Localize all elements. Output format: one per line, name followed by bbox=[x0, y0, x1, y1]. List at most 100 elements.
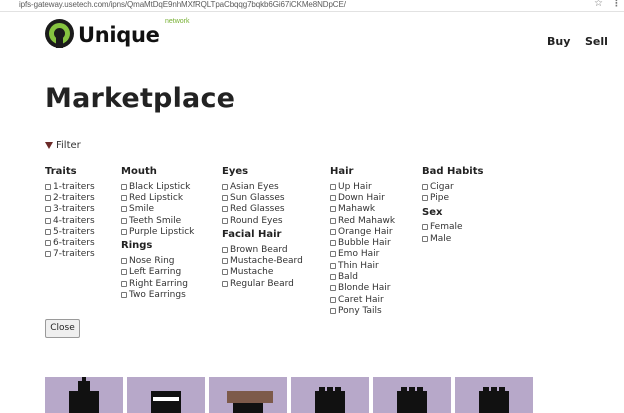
url-text[interactable]: ipfs-gateway.usetech.com/ipns/QmaMtDqE9n… bbox=[19, 0, 346, 9]
filter-option[interactable]: 1-traiters bbox=[45, 181, 95, 192]
filter-option-label: Blonde Hair bbox=[338, 283, 391, 294]
checkbox[interactable] bbox=[45, 194, 51, 201]
checkbox[interactable] bbox=[330, 251, 336, 258]
logo-mark-icon bbox=[45, 19, 74, 48]
filter-column: Traits 1-traiters 2-traiters 3-traiters 4-tr… bbox=[45, 167, 95, 260]
checkbox[interactable] bbox=[121, 258, 127, 265]
nft-card[interactable] bbox=[291, 377, 369, 413]
filter-option[interactable]: Black Lipstick bbox=[121, 181, 194, 192]
filter-option-label: Brown Beard bbox=[230, 244, 288, 255]
nft-card[interactable] bbox=[209, 377, 287, 413]
checkbox[interactable] bbox=[330, 183, 336, 190]
filter-option[interactable]: Bubble Hair bbox=[330, 237, 395, 248]
filter-option[interactable]: Cigar bbox=[422, 181, 483, 192]
filter-option[interactable]: Nose Ring bbox=[121, 255, 194, 266]
checkbox[interactable] bbox=[121, 269, 127, 276]
filter-option[interactable]: Pipe bbox=[422, 192, 483, 203]
close-filter-button[interactable]: Close bbox=[45, 319, 80, 338]
filter-option[interactable]: 3-traiters bbox=[45, 204, 95, 215]
nft-card[interactable] bbox=[127, 377, 205, 413]
checkbox[interactable] bbox=[222, 183, 228, 190]
filter-option[interactable]: Orange Hair bbox=[330, 226, 395, 237]
nft-card[interactable] bbox=[45, 377, 123, 413]
checkbox[interactable] bbox=[330, 285, 336, 292]
checkbox[interactable] bbox=[222, 194, 228, 201]
checkbox[interactable] bbox=[422, 194, 428, 201]
filter-option[interactable]: Regular Beard bbox=[222, 278, 303, 289]
checkbox[interactable] bbox=[330, 206, 336, 213]
filter-option[interactable]: Round Eyes bbox=[222, 215, 303, 226]
filter-option[interactable]: Right Earring bbox=[121, 278, 194, 289]
nav-buy[interactable]: Buy bbox=[547, 35, 570, 48]
filter-option[interactable]: Down Hair bbox=[330, 192, 395, 203]
checkbox[interactable] bbox=[330, 274, 336, 281]
filter-option[interactable]: Sun Glasses bbox=[222, 192, 303, 203]
checkbox[interactable] bbox=[121, 183, 127, 190]
nft-card[interactable] bbox=[373, 377, 451, 413]
checkbox[interactable] bbox=[45, 183, 51, 190]
filter-option[interactable]: 5-traiters bbox=[45, 226, 95, 237]
checkbox[interactable] bbox=[330, 307, 336, 314]
checkbox[interactable] bbox=[121, 206, 127, 213]
filter-option[interactable]: Brown Beard bbox=[222, 244, 303, 255]
checkbox[interactable] bbox=[422, 224, 428, 231]
checkbox[interactable] bbox=[330, 228, 336, 235]
checkbox[interactable] bbox=[45, 206, 51, 213]
filter-option[interactable]: Up Hair bbox=[330, 181, 395, 192]
filter-option[interactable]: 7-traiters bbox=[45, 249, 95, 260]
checkbox[interactable] bbox=[330, 296, 336, 303]
filter-option[interactable]: Mahawk bbox=[330, 204, 395, 215]
filter-option[interactable]: Teeth Smile bbox=[121, 215, 194, 226]
filter-toggle[interactable]: Filter bbox=[45, 140, 81, 151]
filter-option[interactable]: Emo Hair bbox=[330, 249, 395, 260]
checkbox[interactable] bbox=[330, 262, 336, 269]
filter-option[interactable]: Female bbox=[422, 222, 483, 233]
filter-option[interactable]: Red Glasses bbox=[222, 204, 303, 215]
checkbox[interactable] bbox=[330, 217, 336, 224]
checkbox[interactable] bbox=[121, 280, 127, 287]
filter-option[interactable]: 6-traiters bbox=[45, 237, 95, 248]
checkbox[interactable] bbox=[45, 251, 51, 258]
filter-option[interactable]: Mustache-Beard bbox=[222, 255, 303, 266]
filter-option[interactable]: Smile bbox=[121, 204, 194, 215]
filter-option[interactable]: Male bbox=[422, 233, 483, 244]
checkbox[interactable] bbox=[422, 183, 428, 190]
bookmark-star-icon[interactable]: ☆ bbox=[594, 0, 603, 9]
filter-option[interactable]: Two Earrings bbox=[121, 289, 194, 300]
filter-option[interactable]: Thin Hair bbox=[330, 260, 395, 271]
checkbox[interactable] bbox=[121, 292, 127, 299]
checkbox[interactable] bbox=[222, 246, 228, 253]
browser-menu-icon[interactable]: ⋮ bbox=[612, 0, 621, 9]
filter-option[interactable]: Mustache bbox=[222, 267, 303, 278]
filter-option[interactable]: 4-traiters bbox=[45, 215, 95, 226]
checkbox[interactable] bbox=[222, 280, 228, 287]
filter-option[interactable]: Caret Hair bbox=[330, 294, 395, 305]
checkbox[interactable] bbox=[330, 240, 336, 247]
filter-option[interactable]: Left Earring bbox=[121, 267, 194, 278]
filter-option[interactable]: Blonde Hair bbox=[330, 283, 395, 294]
filter-option[interactable]: Red Mahawk bbox=[330, 215, 395, 226]
site-logo[interactable]: Unique network bbox=[45, 18, 190, 51]
checkbox[interactable] bbox=[222, 258, 228, 265]
nft-card[interactable] bbox=[455, 377, 533, 413]
checkbox[interactable] bbox=[330, 194, 336, 201]
filter-option[interactable]: Purple Lipstick bbox=[121, 226, 194, 237]
checkbox[interactable] bbox=[121, 217, 127, 224]
checkbox[interactable] bbox=[222, 269, 228, 276]
browser-address-bar[interactable]: ipfs-gateway.usetech.com/ipns/QmaMtDqE9n… bbox=[0, 0, 624, 12]
checkbox[interactable] bbox=[422, 235, 428, 242]
filter-option[interactable]: 2-traiters bbox=[45, 192, 95, 203]
checkbox[interactable] bbox=[45, 240, 51, 247]
checkbox[interactable] bbox=[222, 206, 228, 213]
checkbox[interactable] bbox=[222, 217, 228, 224]
filter-option[interactable]: Asian Eyes bbox=[222, 181, 303, 192]
checkbox[interactable] bbox=[121, 194, 127, 201]
checkbox[interactable] bbox=[45, 228, 51, 235]
filter-option[interactable]: Bald bbox=[330, 271, 395, 282]
filter-group-title: Rings bbox=[121, 240, 153, 252]
nav-sell[interactable]: Sell bbox=[585, 35, 608, 48]
checkbox[interactable] bbox=[45, 217, 51, 224]
filter-option[interactable]: Pony Tails bbox=[330, 305, 395, 316]
checkbox[interactable] bbox=[121, 228, 127, 235]
filter-option[interactable]: Red Lipstick bbox=[121, 192, 194, 203]
